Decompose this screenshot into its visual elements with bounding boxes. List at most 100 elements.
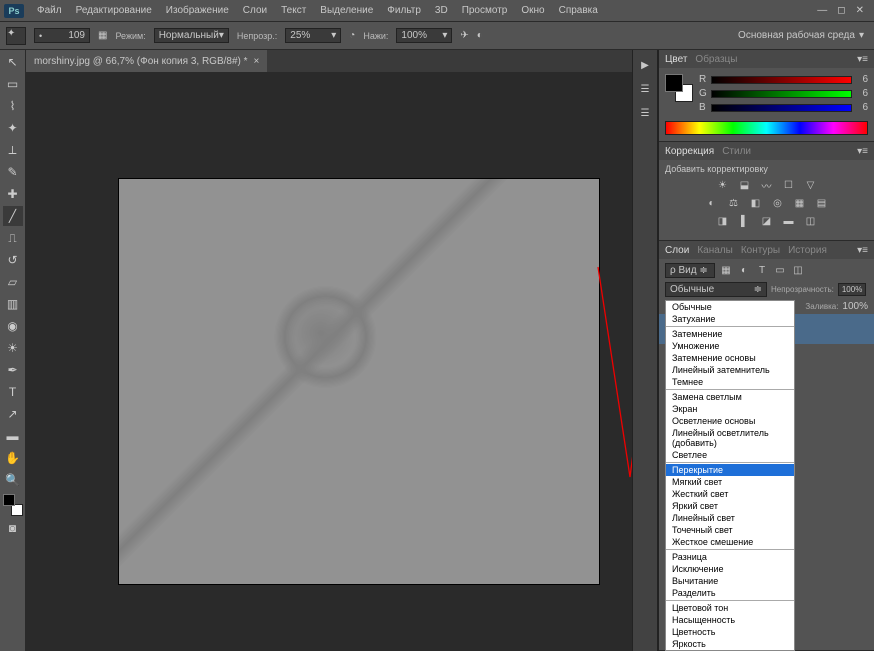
blend-mode-option[interactable]: Цветовой тон [666, 602, 794, 614]
filter-adjust-icon[interactable]: ◐ [737, 264, 751, 278]
color-foreground-background[interactable] [665, 74, 693, 102]
blend-mode-option[interactable]: Темнее [666, 376, 794, 388]
tab-color[interactable]: Цвет [665, 54, 687, 65]
blend-mode-option[interactable]: Линейный свет [666, 512, 794, 524]
blend-mode-option[interactable]: Мягкий свет [666, 476, 794, 488]
blend-mode-option[interactable]: Жесткий свет [666, 488, 794, 500]
tab-layers[interactable]: Слои [665, 245, 689, 256]
pen-tool[interactable]: ✒ [3, 360, 23, 380]
r-value[interactable]: 6 [856, 74, 868, 85]
crop-tool[interactable]: ⟂ [3, 140, 23, 160]
tab-history[interactable]: История [788, 245, 827, 256]
marquee-tool[interactable]: ▭ [3, 74, 23, 94]
move-tool[interactable]: ↖ [3, 52, 23, 72]
blend-mode-option[interactable]: Затемнение основы [666, 352, 794, 364]
menu-layer[interactable]: Слои [236, 5, 274, 16]
tab-paths[interactable]: Контуры [741, 245, 780, 256]
menu-help[interactable]: Справка [552, 5, 605, 16]
blend-mode-option[interactable]: Исключение [666, 563, 794, 575]
posterize-icon[interactable]: ▌ [737, 214, 753, 228]
color-swatches[interactable] [3, 494, 23, 516]
lasso-tool[interactable]: ⌇ [3, 96, 23, 116]
blend-mode-select[interactable]: Нормальный▾ [154, 28, 229, 43]
flow-select[interactable]: 100%▾ [396, 28, 452, 43]
menu-window[interactable]: Окно [514, 5, 551, 16]
balance-icon[interactable]: ⚖ [726, 196, 742, 210]
blend-mode-option[interactable]: Разница [666, 551, 794, 563]
blend-mode-option[interactable]: Жесткое смешение [666, 536, 794, 548]
blend-mode-option[interactable]: Линейный осветлитель (добавить) [666, 427, 794, 449]
blend-mode-option[interactable]: Яркость [666, 638, 794, 650]
blend-mode-option[interactable]: Разделить [666, 587, 794, 599]
b-slider[interactable] [711, 104, 852, 112]
menu-filter[interactable]: Фильтр [380, 5, 428, 16]
r-slider[interactable] [711, 76, 852, 84]
bw-icon[interactable]: ◧ [748, 196, 764, 210]
minimize-icon[interactable]: — [817, 5, 827, 16]
document-tab[interactable]: morshiny.jpg @ 66,7% (Фон копия 3, RGB/8… [26, 50, 267, 72]
blend-mode-option[interactable]: Точечный свет [666, 524, 794, 536]
menu-view[interactable]: Просмотр [455, 5, 515, 16]
canvas-viewport[interactable] [26, 72, 632, 651]
tool-preset-icon[interactable]: ✦ [6, 27, 26, 45]
stamp-tool[interactable]: ⎍ [3, 228, 23, 248]
shape-tool[interactable]: ▬ [3, 426, 23, 446]
filter-shape-icon[interactable]: ▭ [773, 264, 787, 278]
menu-select[interactable]: Выделение [313, 5, 380, 16]
canvas[interactable] [119, 179, 599, 584]
blend-mode-option[interactable]: Затухание [666, 313, 794, 325]
menu-file[interactable]: Файл [30, 5, 69, 16]
filter-smart-icon[interactable]: ◫ [791, 264, 805, 278]
blend-mode-option[interactable]: Затемнение [666, 328, 794, 340]
pressure-size-icon[interactable]: ◐ [477, 30, 483, 41]
expand-icon[interactable]: ▶ [636, 56, 654, 74]
blend-mode-option[interactable]: Экран [666, 403, 794, 415]
tab-swatches[interactable]: Образцы [695, 54, 737, 65]
brush-tool[interactable]: ╱ [3, 206, 23, 226]
quickmask-icon[interactable]: ◙ [3, 518, 23, 538]
layer-fill-value[interactable]: 100% [842, 301, 868, 312]
photo-filter-icon[interactable]: ◎ [770, 196, 786, 210]
curves-icon[interactable]: 〰 [759, 178, 775, 192]
blend-mode-option[interactable]: Насыщенность [666, 614, 794, 626]
filter-type-icon[interactable]: T [755, 264, 769, 278]
eyedropper-tool[interactable]: ✎ [3, 162, 23, 182]
menu-3d[interactable]: 3D [428, 5, 455, 16]
history-panel-icon[interactable]: ☰ [636, 80, 654, 98]
brush-panel-icon[interactable]: ▦ [98, 30, 107, 41]
brush-size-picker[interactable]: • 109 [34, 28, 90, 43]
close-icon[interactable]: ✕ [856, 5, 864, 16]
gradmap-icon[interactable]: ▬ [781, 214, 797, 228]
workspace-switcher[interactable]: Основная рабочая среда▾ [738, 30, 868, 41]
mixer-icon[interactable]: ▦ [792, 196, 808, 210]
blend-mode-option[interactable]: Обычные [666, 301, 794, 313]
blend-mode-option[interactable]: Умножение [666, 340, 794, 352]
invert-icon[interactable]: ◨ [715, 214, 731, 228]
type-tool[interactable]: T [3, 382, 23, 402]
filter-pixel-icon[interactable]: ▦ [719, 264, 733, 278]
wand-tool[interactable]: ✦ [3, 118, 23, 138]
blur-tool[interactable]: ◉ [3, 316, 23, 336]
blend-mode-option[interactable]: Яркий свет [666, 500, 794, 512]
vibrance-icon[interactable]: ▽ [803, 178, 819, 192]
layer-opacity-value[interactable]: 100% [838, 283, 866, 296]
eraser-tool[interactable]: ▱ [3, 272, 23, 292]
maximize-icon[interactable]: ◻ [837, 5, 845, 16]
b-value[interactable]: 6 [856, 102, 868, 113]
panel-menu-icon[interactable]: ▾≡ [857, 146, 868, 157]
path-tool[interactable]: ↗ [3, 404, 23, 424]
pressure-opacity-icon[interactable]: ◔ [349, 30, 355, 41]
hue-icon[interactable]: ◐ [704, 196, 720, 210]
layer-blend-mode-select[interactable]: Обычные≑ [665, 282, 767, 297]
blend-mode-dropdown[interactable]: ОбычныеЗатухание ЗатемнениеУмножениеЗатем… [665, 300, 795, 651]
lookup-icon[interactable]: ▤ [814, 196, 830, 210]
dodge-tool[interactable]: ☀ [3, 338, 23, 358]
menu-image[interactable]: Изображение [159, 5, 236, 16]
spectrum-ramp[interactable] [665, 121, 868, 135]
opacity-select[interactable]: 25%▾ [285, 28, 341, 43]
panel-menu-icon[interactable]: ▾≡ [857, 245, 868, 256]
airbrush-icon[interactable]: ✈ [460, 30, 468, 41]
tab-adjustments[interactable]: Коррекция [665, 146, 714, 157]
brightness-icon[interactable]: ☀ [715, 178, 731, 192]
threshold-icon[interactable]: ◪ [759, 214, 775, 228]
